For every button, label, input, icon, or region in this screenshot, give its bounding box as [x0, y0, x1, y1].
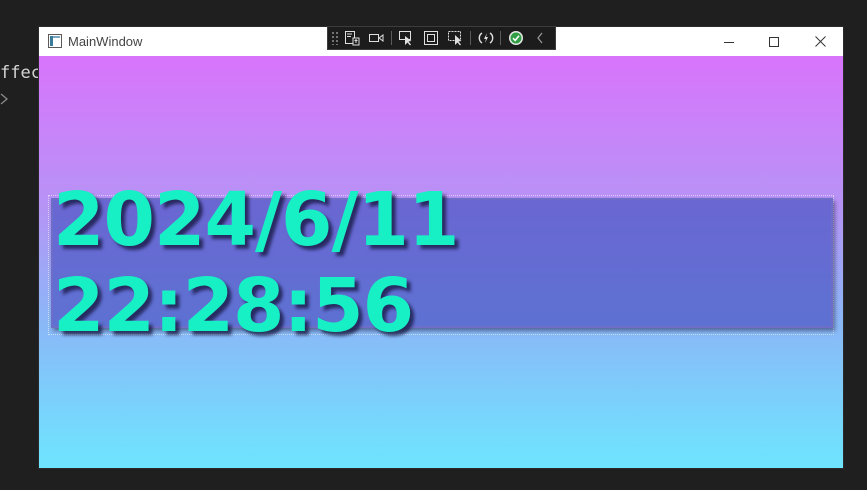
live-visual-tree-button[interactable] [342, 28, 361, 48]
collapse-toolbar-icon [537, 32, 543, 44]
display-layout-adorners-icon [423, 31, 438, 45]
app-icon[interactable] [48, 34, 62, 48]
record-button[interactable] [366, 28, 385, 48]
select-element-button[interactable] [397, 28, 416, 48]
track-focus-button[interactable] [446, 28, 465, 48]
hot-reload-status-icon [508, 31, 523, 45]
editor-code-fragment: ffec [0, 63, 39, 83]
toolbar-grip-handle[interactable] [331, 31, 339, 45]
hot-reload-status-button[interactable] [506, 28, 525, 48]
close-button[interactable] [797, 27, 843, 56]
hot-reload-icon [478, 32, 493, 44]
window-content: 2024/6/11 22:28:56 [39, 56, 843, 468]
minimize-icon [724, 41, 734, 43]
hot-reload-button[interactable] [476, 28, 495, 48]
display-layout-adorners-button[interactable] [421, 28, 440, 48]
collapse-toolbar-button[interactable] [531, 28, 550, 48]
track-focus-icon [448, 31, 462, 46]
select-element-icon [399, 31, 412, 46]
maximize-icon [769, 36, 779, 47]
maximize-button[interactable] [751, 27, 797, 56]
live-visual-tree-icon [344, 31, 360, 46]
toolbar-separator [469, 31, 471, 45]
clock-datetime-text: 2024/6/11 22:28:56 [53, 177, 459, 349]
clock-panel: 2024/6/11 22:28:56 [51, 177, 833, 349]
close-icon [814, 36, 826, 47]
main-window: MainWindow 2024/6/11 22:28:56 [39, 27, 843, 468]
chevron-right-icon[interactable] [0, 91, 10, 107]
minimize-button[interactable] [706, 27, 752, 56]
toolbar-separator [500, 31, 502, 45]
xaml-debug-toolbar[interactable] [327, 26, 556, 50]
toolbar-separator [390, 31, 392, 45]
record-icon [369, 34, 384, 42]
window-title: MainWindow [68, 34, 143, 49]
